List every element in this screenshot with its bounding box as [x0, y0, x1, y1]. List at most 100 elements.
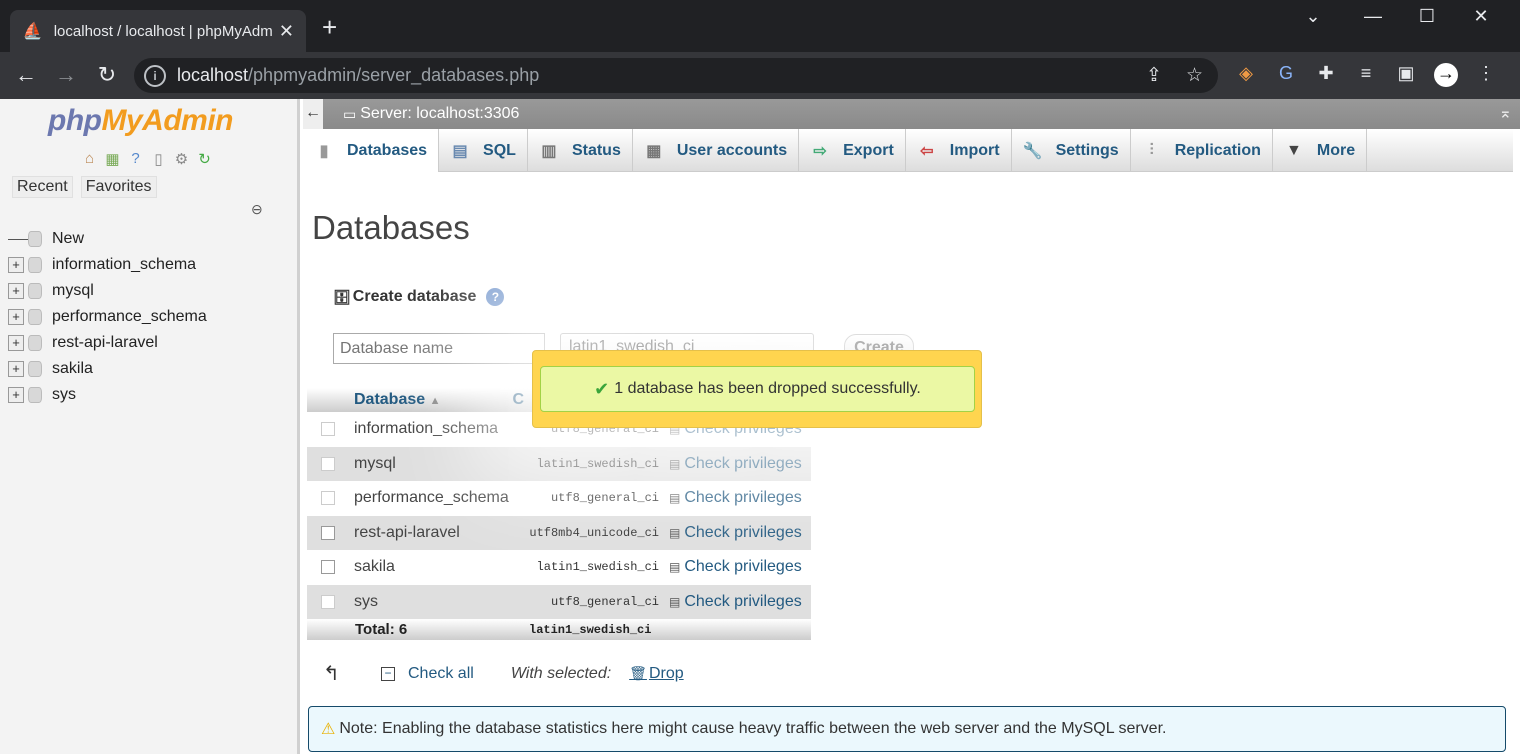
browser-tab[interactable]: ⛵ localhost / localhost | phpMyAdm ✕ [10, 10, 306, 52]
tab-user-accounts[interactable]: ▦ User accounts [633, 129, 800, 172]
forward-icon[interactable]: → [52, 62, 80, 88]
tab-status[interactable]: ▥ Status [528, 129, 633, 172]
expand-icon[interactable]: + [8, 283, 24, 299]
translate-extension-icon[interactable]: G [1274, 63, 1298, 87]
link-icon[interactable]: ⊖ [251, 201, 263, 218]
tree-item-label[interactable]: mysql [52, 282, 94, 300]
tree-item-new[interactable]: New [8, 226, 207, 252]
phpmyadmin-logo[interactable]: phpMyAdmin [48, 104, 233, 138]
server-breadcrumb[interactable]: Server: localhost:3306 [360, 105, 519, 123]
favorites-tab[interactable]: Favorites [80, 176, 157, 198]
success-message-text: 1 database has been dropped successfully… [614, 380, 921, 397]
close-tab-icon[interactable]: ✕ [279, 21, 294, 42]
tree-item-label[interactable]: performance_schema [52, 308, 207, 326]
close-window-icon[interactable]: ✕ [1466, 6, 1496, 27]
database-name-link[interactable]: rest-api-laravel [354, 524, 514, 542]
new-tab-icon[interactable]: + [322, 14, 337, 40]
tree-item-label[interactable]: New [52, 230, 84, 248]
omnibox[interactable]: i localhost/phpmyadmin/server_databases.… [134, 58, 1218, 93]
note-text: Note: Enabling the database statistics h… [339, 720, 1167, 737]
check-privileges-link[interactable]: ▤ Check privileges [669, 593, 802, 611]
reload-icon[interactable]: ↻ [93, 62, 121, 88]
tree-item-rest-api-laravel[interactable]: + rest-api-laravel [8, 330, 207, 356]
tab-search-icon[interactable]: ⌄ [1298, 6, 1328, 27]
tab-label: Replication [1174, 141, 1261, 159]
help-icon[interactable]: ? [126, 149, 145, 168]
row-checkbox[interactable] [321, 491, 335, 506]
success-toast[interactable]: ✔ 1 database has been dropped successful… [532, 350, 982, 428]
tree-item-sys[interactable]: + sys [8, 382, 207, 408]
row-checkbox[interactable] [321, 422, 335, 437]
tab-settings[interactable]: 🔧 Settings [1012, 129, 1131, 172]
column-collation-header[interactable]: C [513, 391, 525, 409]
database-name-link[interactable]: sys [354, 593, 514, 611]
check-all-checkbox[interactable]: − [381, 666, 395, 681]
color-picker-extension-icon[interactable]: ◈ [1234, 63, 1258, 87]
drop-label: Drop [648, 664, 684, 682]
drop-button[interactable]: 🗑 Drop [629, 665, 683, 683]
tree-item-sakila[interactable]: + sakila [8, 356, 207, 382]
expand-icon[interactable]: + [8, 361, 24, 377]
tab-replication[interactable]: ⫶ Replication [1131, 129, 1273, 172]
back-icon[interactable]: ← [12, 62, 40, 88]
expand-icon[interactable]: + [8, 335, 24, 351]
tree-item-label[interactable]: rest-api-laravel [52, 334, 158, 352]
site-info-icon[interactable]: i [144, 64, 166, 87]
database-name-link[interactable]: performance_schema [354, 489, 514, 507]
database-name-input[interactable] [333, 333, 545, 364]
collapse-nav-icon[interactable]: ← [303, 99, 323, 129]
logout-icon[interactable]: ▦ [103, 149, 122, 168]
tab-databases[interactable]: ▮ Databases [303, 129, 440, 172]
row-checkbox[interactable] [321, 560, 335, 575]
bookmark-star-icon[interactable]: ☆ [1186, 64, 1203, 87]
expand-icon[interactable]: + [8, 309, 24, 325]
media-queue-icon[interactable]: ≡ [1354, 63, 1378, 87]
tree-item-performance-schema[interactable]: + performance_schema [8, 304, 207, 330]
profile-avatar-icon[interactable]: → [1434, 63, 1458, 87]
collapse-top-icon[interactable]: ⌅ [1499, 103, 1512, 123]
tab-import[interactable]: ⇦ Import [906, 129, 1012, 172]
maximize-icon[interactable]: ☐ [1412, 6, 1442, 27]
check-privileges-link[interactable]: ▤ Check privileges [669, 558, 802, 576]
url-text[interactable]: localhost/phpmyadmin/server_databases.ph… [177, 65, 539, 86]
row-checkbox[interactable] [321, 594, 335, 609]
check-all[interactable]: − Check all [381, 665, 474, 683]
gear-icon[interactable]: ⚙ [172, 149, 191, 168]
tree-item-label[interactable]: sakila [52, 360, 93, 378]
database-name-link[interactable]: mysql [354, 455, 514, 473]
create-database-header: 🗄 Create database ? [333, 288, 505, 306]
refresh-icon[interactable]: ↻ [195, 149, 214, 168]
tab-sql[interactable]: ▤ SQL [439, 129, 528, 172]
check-privileges-link[interactable]: ▤ Check privileges [669, 489, 802, 507]
check-all-label[interactable]: Check all [408, 665, 474, 683]
tree-item-label[interactable]: sys [52, 386, 76, 404]
drop-icon: 🗑 [629, 665, 647, 681]
column-database-header[interactable]: Database ▲ [354, 391, 441, 409]
side-panel-icon[interactable]: ▣ [1394, 63, 1418, 87]
tab-export[interactable]: ⇨ Export [799, 129, 906, 172]
tree-item-mysql[interactable]: + mysql [8, 278, 207, 304]
browser-menu-icon[interactable]: ⋮ [1474, 63, 1498, 87]
column-database-label: Database [354, 391, 426, 408]
minimize-icon[interactable]: — [1358, 6, 1388, 27]
tree-item-information-schema[interactable]: + information_schema [8, 252, 207, 278]
home-icon[interactable]: ⌂ [80, 149, 99, 168]
tab-more[interactable]: ▼ More [1273, 129, 1368, 172]
database-tree: New + information_schema + mysql + perfo… [8, 226, 207, 408]
database-name-link[interactable]: information_schema [354, 420, 514, 438]
expand-icon[interactable]: + [8, 257, 24, 273]
extensions-puzzle-icon[interactable]: ✚ [1314, 63, 1338, 87]
docs-icon[interactable]: ▯ [149, 149, 168, 168]
check-privileges-link[interactable]: ▤ Check privileges [669, 524, 802, 542]
row-checkbox[interactable] [321, 456, 335, 471]
recent-tab[interactable]: Recent [12, 176, 73, 198]
tree-item-label[interactable]: information_schema [52, 256, 196, 274]
share-icon[interactable]: ⇪ [1146, 64, 1162, 87]
database-name-link[interactable]: sakila [354, 558, 514, 576]
row-checkbox[interactable] [321, 525, 335, 540]
expand-icon[interactable]: + [8, 387, 24, 403]
tab-label: Settings [1055, 141, 1119, 159]
check-privileges-link[interactable]: ▤ Check privileges [669, 455, 802, 473]
check-privileges-label: Check privileges [684, 489, 802, 507]
help-icon[interactable]: ? [486, 288, 505, 306]
